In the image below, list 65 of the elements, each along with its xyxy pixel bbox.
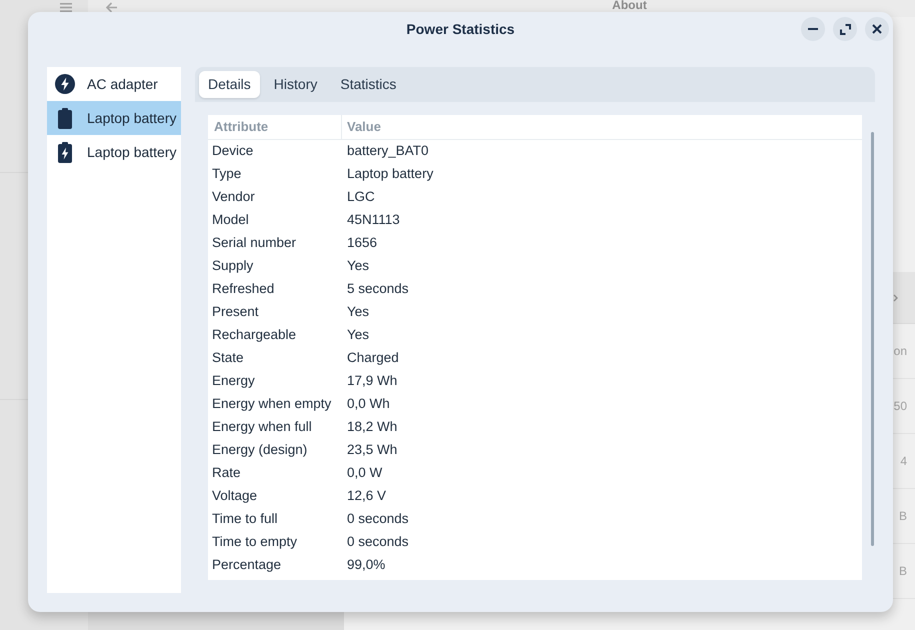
attribute-cell-text: Present: [211, 303, 260, 322]
attribute-cell-text: Percentage: [211, 556, 282, 574]
value-cell-text: 0 seconds: [346, 533, 410, 552]
attribute-cell-text: Energy when empty: [211, 395, 332, 414]
attribute-cell-text: Energy when full: [211, 418, 313, 436]
battery-charging-icon: [58, 142, 72, 162]
value-cell-text: 23,5 Wh: [346, 441, 398, 460]
dialog-title: Power Statistics: [406, 20, 515, 38]
value-cell-text: Yes: [346, 303, 370, 322]
attribute-cell-text: Rechargeable: [211, 326, 298, 344]
tab[interactable]: Details: [199, 71, 260, 98]
attribute-cell-text: Vendor: [211, 188, 256, 206]
attribute-cell-text: Energy: [211, 372, 256, 390]
attribute-cell-text: Serial number: [211, 234, 298, 252]
attribute-cell-text: Time to full: [211, 510, 279, 528]
attribute-cell-text: Model: [211, 211, 250, 230]
attribute-cell-text: State: [211, 349, 245, 368]
device-item[interactable]: AC adapter: [47, 67, 181, 101]
device-item[interactable]: Laptop battery: [47, 135, 181, 169]
attribute-cell-text: Energy (design): [211, 441, 308, 460]
row-value: on: [894, 343, 907, 360]
column-header: Attribute: [208, 115, 342, 139]
value-cell-text: 99,0%: [346, 556, 386, 574]
attribute-cell-text: Rate: [211, 464, 242, 482]
row-value: B: [898, 563, 907, 580]
value-cell-text: Charged: [346, 349, 400, 368]
back-icon[interactable]: [106, 2, 118, 13]
value-cell-text: battery_BAT0: [346, 142, 430, 160]
value-cell-text: 5 seconds: [346, 280, 410, 298]
tab[interactable]: Statistics: [331, 71, 406, 98]
device-item[interactable]: Laptop battery: [47, 101, 181, 135]
tab[interactable]: History: [264, 71, 326, 98]
lightning-circle-icon: [55, 74, 75, 94]
column-header: Value: [346, 118, 382, 136]
attribute-cell-text: Time to empty: [211, 533, 298, 552]
value-cell-text: LGC: [346, 188, 376, 206]
maximize-button[interactable]: [833, 17, 857, 41]
battery-icon: [58, 108, 72, 128]
value-cell-text: Yes: [346, 326, 370, 344]
window-title: About: [612, 0, 647, 11]
minimize-button[interactable]: [801, 17, 825, 41]
attribute-cell-text: Type: [211, 165, 242, 184]
attribute-cell-text: Device: [211, 142, 254, 160]
row-value: 4: [900, 453, 907, 470]
attribute-cell-text: Refreshed: [211, 280, 276, 298]
maximize-icon: [840, 24, 850, 34]
value-cell-text: 1656: [346, 234, 378, 252]
menu-icon[interactable]: [60, 3, 72, 12]
value-cell-text: 0,0 W: [346, 464, 384, 482]
value-cell-text: Yes: [346, 257, 370, 276]
minimize-icon: [808, 28, 818, 30]
row-value: B: [898, 508, 907, 525]
value-cell-text: 0,0 Wh: [346, 395, 391, 414]
attribute-cell-text: Supply: [211, 257, 254, 276]
value-cell-text: 18,2 Wh: [346, 418, 398, 436]
value-cell-text: 45N1113: [346, 211, 401, 230]
close-button[interactable]: [865, 17, 889, 41]
value-cell-text: 0 seconds: [346, 510, 410, 528]
close-icon: [872, 24, 882, 34]
value-cell-text: Laptop battery: [346, 165, 434, 184]
value-cell-text: 12,6 V: [346, 487, 388, 506]
row-value: 50: [894, 398, 907, 415]
scrollbar[interactable]: [871, 132, 874, 546]
attribute-cell-text: Voltage: [211, 487, 258, 506]
value-cell-text: 17,9 Wh: [346, 372, 398, 390]
